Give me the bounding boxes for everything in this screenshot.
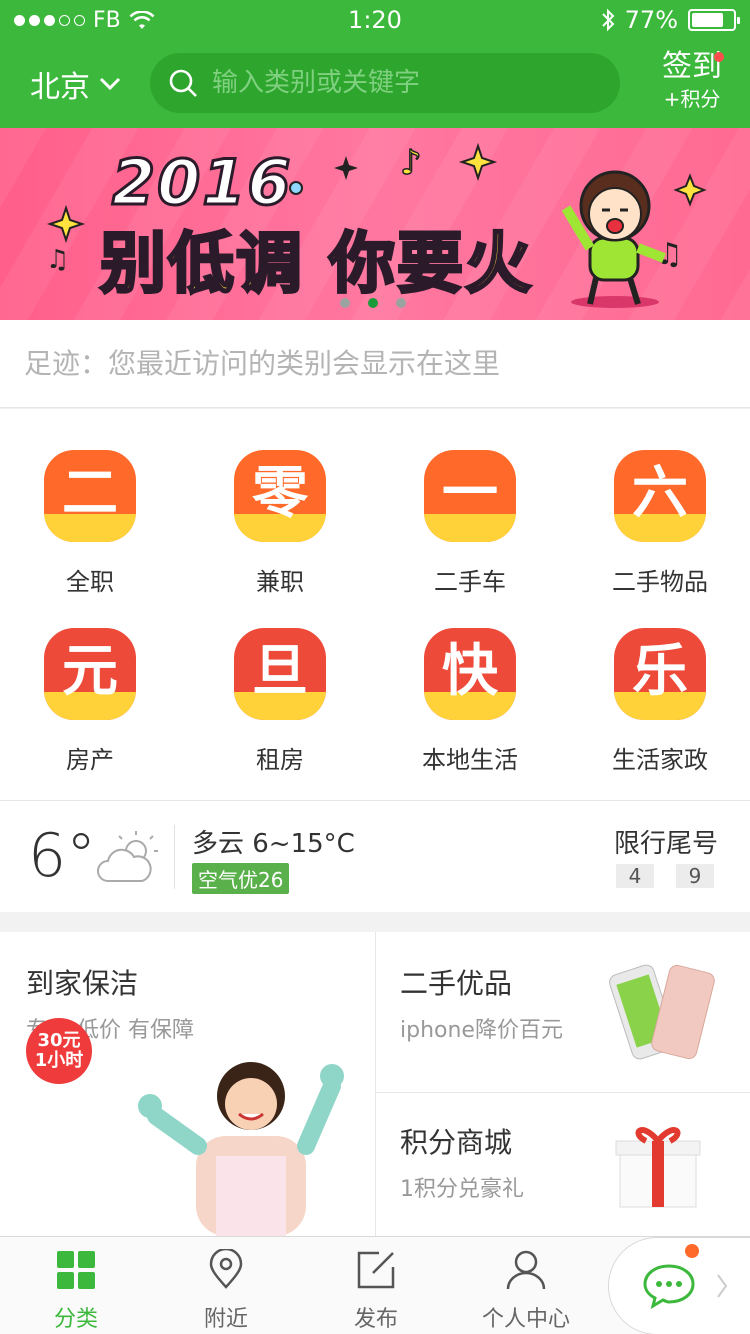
category-item[interactable]: 一二手车 <box>380 409 560 596</box>
points-mall-subtitle: 1积分兑豪礼 <box>400 1177 524 1202</box>
banner-pager <box>340 298 406 308</box>
category-item[interactable]: 快本地生活 <box>380 587 560 774</box>
recent-history-hint: 足迹：您最近访问的类别会显示在这里 <box>0 320 750 408</box>
category-glyph: 旦 <box>252 639 308 704</box>
category-icon: 零 <box>234 450 326 542</box>
partly-cloudy-icon <box>97 831 158 882</box>
status-right: 77% <box>601 6 740 34</box>
weather-panel[interactable]: 6° 多云 6~15°C 空气优26 限行尾号 4 9 <box>0 800 750 912</box>
category-icon: 元 <box>44 628 136 720</box>
city-name: 北京 <box>30 70 90 105</box>
price-duration: 1小时 <box>34 1050 84 1071</box>
category-glyph: 一 <box>442 461 498 526</box>
category-glyph: 快 <box>442 639 498 704</box>
tab-nearby[interactable]: 附近 <box>151 1237 301 1334</box>
chevron-down-icon <box>99 77 121 91</box>
category-item[interactable]: 元房产 <box>0 587 180 774</box>
gift-box-illustration <box>615 1127 701 1208</box>
points-mall-tile[interactable]: 积分商城 1积分兑豪礼 <box>376 1093 750 1236</box>
city-selector[interactable]: 北京 <box>30 62 122 106</box>
category-label: 生活家政 <box>612 746 708 774</box>
category-label: 租房 <box>256 746 304 774</box>
signin-label: 签到 <box>662 49 722 84</box>
category-icon: 旦 <box>234 628 326 720</box>
bottom-tab-bar: 分类 附近 发布 个人中心 <box>0 1236 750 1334</box>
tab-label: 个人中心 <box>481 1307 570 1332</box>
current-temperature: 6° <box>28 821 97 891</box>
chat-button[interactable] <box>608 1237 750 1334</box>
price-badge: 30元 1小时 <box>26 1018 92 1084</box>
category-icon: 二 <box>44 450 136 542</box>
tab-profile[interactable]: 个人中心 <box>451 1237 601 1334</box>
tab-label: 分类 <box>53 1307 98 1332</box>
banner-slogan: 别低调 你要火 <box>99 224 533 304</box>
location-icon <box>209 1247 243 1289</box>
cartoon-girl-icon <box>561 170 666 308</box>
svg-text:♪: ♪ <box>400 143 422 183</box>
air-quality-badge: 空气优26 <box>192 863 290 894</box>
restriction-number: 4 <box>616 864 654 888</box>
category-glyph: 二 <box>62 461 118 526</box>
secondhand-deals-title: 二手优品 <box>400 967 513 1000</box>
category-glyph: 乐 <box>632 639 688 704</box>
category-label: 房产 <box>66 746 114 774</box>
battery-icon <box>688 9 740 31</box>
tab-label: 发布 <box>353 1307 398 1332</box>
app-screen: FB 1:20 77% 北京 输入类别或关键字 签到 +积分 ♫ ♪ ♫ 201… <box>0 0 750 1334</box>
category-icon: 六 <box>614 450 706 542</box>
svg-text:♫: ♫ <box>46 245 69 275</box>
category-item[interactable]: 旦租房 <box>190 587 370 774</box>
cleaning-lady-illustration <box>138 1062 344 1236</box>
tab-label: 附近 <box>203 1307 248 1332</box>
tab-publish[interactable]: 发布 <box>301 1237 451 1334</box>
tab-category[interactable]: 分类 <box>1 1237 151 1334</box>
signin-points-label: +积分 <box>663 87 721 111</box>
category-item[interactable]: 六二手物品 <box>570 409 750 596</box>
category-glyph: 元 <box>62 639 118 704</box>
price-amount: 30元 <box>37 1030 81 1051</box>
category-icon: 快 <box>424 628 516 720</box>
bluetooth-icon <box>601 8 615 32</box>
secondhand-deals-tile[interactable]: 二手优品 iphone降价百元 <box>376 932 750 1092</box>
home-cleaning-tile[interactable]: 到家保洁 专业 低价 有保障 30元 1小时 <box>0 932 375 1236</box>
search-input[interactable] <box>212 68 592 98</box>
grid-icon <box>57 1251 95 1289</box>
category-glyph: 零 <box>252 461 308 526</box>
search-icon <box>169 69 197 97</box>
weather-description: 多云 6~15°C <box>192 829 355 859</box>
category-grid: 二全职零兼职一二手车六二手物品元房产旦租房快本地生活乐生活家政 <box>0 409 750 800</box>
points-mall-title: 积分商城 <box>400 1126 513 1159</box>
category-label: 本地生活 <box>422 746 518 774</box>
home-cleaning-title: 到家保洁 <box>26 967 139 1000</box>
category-item[interactable]: 二全职 <box>0 409 180 596</box>
pager-dot[interactable] <box>340 298 350 308</box>
banner-year: 2016 <box>111 145 293 221</box>
signin-notification-dot <box>714 52 724 62</box>
pager-dot[interactable] <box>396 298 406 308</box>
chat-notification-dot <box>685 1244 699 1258</box>
traffic-restriction-title: 限行尾号 <box>614 829 719 859</box>
promo-banner[interactable]: ♫ ♪ ♫ 2016 别低调 你要火 <box>0 128 750 320</box>
restriction-number: 9 <box>676 864 714 888</box>
user-icon <box>506 1250 546 1290</box>
category-item[interactable]: 零兼职 <box>190 409 370 596</box>
category-icon: 一 <box>424 450 516 542</box>
promo-section: 到家保洁 专业 低价 有保障 30元 1小时 二手优品 iphone降价百元 积… <box>0 932 750 1236</box>
search-bar[interactable] <box>150 53 620 113</box>
battery-percent: 77% <box>624 6 678 34</box>
status-bar: FB 1:20 77% <box>0 0 750 40</box>
top-header: FB 1:20 77% 北京 输入类别或关键字 签到 +积分 <box>0 0 750 128</box>
category-glyph: 六 <box>632 461 688 526</box>
chat-icon <box>643 1264 695 1310</box>
phone-illustration <box>609 964 715 1060</box>
signin-button[interactable]: 签到 +积分 <box>642 48 742 112</box>
edit-icon <box>357 1251 395 1289</box>
weather-divider <box>174 825 175 889</box>
secondhand-deals-subtitle: iphone降价百元 <box>400 1018 563 1043</box>
pager-dot[interactable] <box>368 298 378 308</box>
category-item[interactable]: 乐生活家政 <box>570 587 750 774</box>
chevron-right-icon <box>717 1274 728 1298</box>
category-icon: 乐 <box>614 628 706 720</box>
